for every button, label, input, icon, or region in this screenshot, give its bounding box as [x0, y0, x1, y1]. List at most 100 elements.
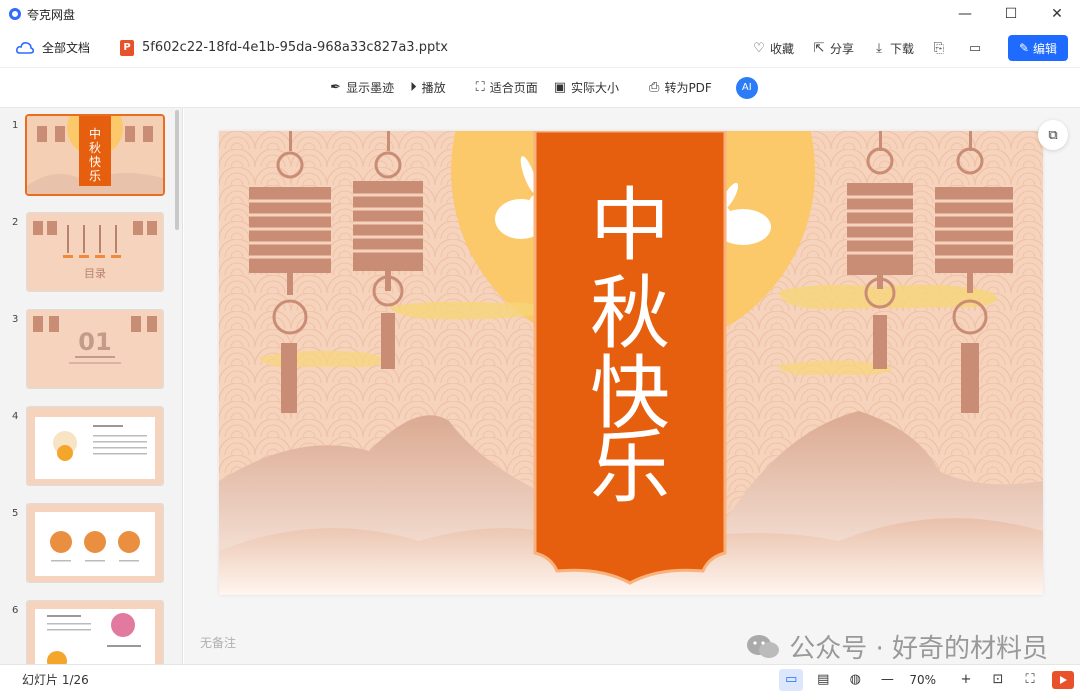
download-label: 下载 — [889, 41, 914, 56]
normal-view-button[interactable]: ▭ — [779, 668, 804, 691]
minus-icon: — — [880, 672, 894, 687]
fit-window-button[interactable]: ⊡ — [986, 669, 1010, 691]
play-icon — [1060, 675, 1067, 684]
title-bar: 夸克网盘 — ☐ ✕ — [0, 0, 1080, 28]
watermark-text: 公众号 · 好奇的材料员 — [789, 634, 1048, 664]
wechat-icon — [747, 634, 780, 658]
thumbnail-item[interactable]: 2 目录 — [0, 207, 175, 297]
maximize-button[interactable]: ☐ — [988, 0, 1034, 28]
actual-size-label: 实际大小 — [571, 81, 620, 95]
thumbnail-item[interactable]: 5 — [0, 498, 175, 588]
file-name: 5f602c22-18fd-4e1b-95da-968a33c827a3.ppt… — [142, 40, 448, 55]
comment-icon: ▭ — [968, 40, 982, 56]
slide-thumbnail[interactable]: 01 — [27, 310, 163, 388]
minimize-button[interactable]: — — [942, 0, 988, 28]
slide-notes[interactable]: 无备注 — [200, 634, 236, 651]
thumbnail-number: 2 — [12, 217, 19, 228]
status-controls: ▭ ▤ ◍ — 70% + ⊡ ⛶ — [771, 665, 1074, 693]
thumbnail-number: 3 — [12, 314, 19, 325]
pencil-icon: ✎ — [1018, 41, 1030, 55]
plus-icon: + — [960, 672, 972, 687]
slide-1-preview: 中 秋 快 乐 — [27, 116, 163, 194]
slide-3-title: 01 — [78, 328, 111, 356]
favorite-button[interactable]: ♡ 收藏 — [752, 40, 794, 57]
share-icon: ⇱ — [813, 40, 825, 56]
document-bar: 全部文档 P 5f602c22-18fd-4e1b-95da-968a33c82… — [0, 28, 1080, 68]
edit-button[interactable]: ✎ 编辑 — [1008, 35, 1068, 61]
watermark: 公众号 · 好奇的材料员 — [745, 628, 1048, 665]
slideshow-button[interactable] — [1052, 670, 1074, 689]
svg-text:中: 中 — [89, 126, 101, 141]
download-button[interactable]: ⤓ 下载 — [872, 40, 914, 57]
svg-text:秋: 秋 — [89, 141, 101, 155]
slide-thumbnail-panel[interactable]: 1 中 秋 快 乐 2 目录 3 01 4 5 6 — [0, 108, 183, 664]
notes-icon: ▤ — [817, 672, 830, 687]
document-actions: ♡ 收藏 ⇱ 分享 ⤓ 下载 ⎘ ▭ ✎ 编辑 — [734, 34, 1068, 62]
slide-2-title: 目录 — [84, 267, 106, 280]
fullscreen-icon: ⛶ — [1025, 672, 1035, 687]
thumbnail-item[interactable]: 3 01 — [0, 304, 175, 394]
actual-size-button[interactable]: ▣ 实际大小 — [554, 79, 619, 96]
slide-thumbnail[interactable] — [27, 601, 163, 664]
fit-page-label: 适合页面 — [489, 81, 538, 95]
layout-icon: ⧉ — [1048, 127, 1058, 143]
language-button[interactable]: ◍ — [843, 669, 867, 691]
fit-page-icon: ⛶ — [475, 80, 485, 95]
slide-thumbnail[interactable]: 目录 — [27, 213, 163, 291]
cloud-icon — [16, 41, 34, 54]
play-button[interactable]: ⏵ 播放 — [410, 79, 446, 96]
pdf-icon: ⎙ — [649, 80, 660, 95]
normal-view-icon: ▭ — [785, 672, 798, 687]
slide-thumbnail[interactable] — [27, 504, 163, 582]
export-button[interactable]: ⎘ — [932, 41, 950, 56]
slide-2-preview: 目录 — [27, 213, 163, 291]
slide-canvas: 中 秋 快 乐 — [219, 131, 1043, 595]
show-ink-label: 显示墨迹 — [346, 81, 395, 95]
fit-page-button[interactable]: ⛶ 适合页面 — [476, 79, 538, 96]
title-char-1: 中 — [590, 179, 670, 272]
svg-text:乐: 乐 — [89, 169, 101, 183]
slide-thumbnail[interactable]: 中 秋 快 乐 — [27, 116, 163, 194]
thumbnail-number: 1 — [12, 120, 19, 131]
title-char-4: 乐 — [590, 421, 670, 514]
globe-icon: ◍ — [849, 672, 861, 687]
download-icon: ⤓ — [876, 40, 882, 56]
thumbnail-item[interactable]: 4 — [0, 401, 175, 491]
show-ink-button[interactable]: ✒ 显示墨迹 — [330, 79, 394, 96]
convert-pdf-label: 转为PDF — [664, 81, 712, 95]
zoom-level[interactable]: 70% — [909, 673, 936, 687]
feather-icon: ✒ — [330, 80, 342, 95]
all-documents-link[interactable]: 全部文档 — [42, 39, 90, 56]
thumbnail-scrollbar[interactable] — [175, 110, 179, 230]
favorite-label: 收藏 — [769, 41, 794, 56]
notes-view-button[interactable]: ▤ — [811, 669, 835, 691]
app-logo-icon — [9, 8, 21, 20]
thumbnail-number: 6 — [12, 605, 19, 616]
slide-4-preview — [27, 407, 163, 485]
current-slide[interactable]: 中 秋 快 乐 — [219, 131, 1043, 595]
actual-size-icon: ▣ — [553, 80, 567, 95]
share-button[interactable]: ⇱ 分享 — [812, 40, 854, 57]
thumbnail-item[interactable]: 1 中 秋 快 乐 — [0, 110, 175, 200]
slide-thumbnail[interactable] — [27, 407, 163, 485]
play-circle-icon: ⏵ — [410, 80, 417, 95]
svg-text:快: 快 — [89, 155, 101, 169]
window-controls: — ☐ ✕ — [942, 0, 1080, 28]
edit-label: 编辑 — [1033, 41, 1058, 56]
slide-stage: 中 秋 快 乐 ⧉ 无备注 公众号 · 好奇的材料员 — [184, 108, 1080, 664]
comment-button[interactable]: ▭ — [968, 40, 986, 56]
zoom-out-button[interactable]: — — [875, 669, 899, 691]
slide-counter: 幻灯片 1/26 — [22, 672, 89, 687]
slide-5-preview — [27, 504, 163, 582]
close-button[interactable]: ✕ — [1034, 0, 1080, 28]
zoom-in-button[interactable]: + — [954, 669, 978, 691]
pptx-file-icon: P — [120, 39, 135, 56]
thumbnail-item[interactable]: 6 — [0, 595, 175, 664]
view-mode-float-button[interactable]: ⧉ — [1038, 120, 1068, 150]
thumbnail-number: 5 — [12, 508, 19, 519]
play-label: 播放 — [421, 81, 446, 95]
app-title: 夸克网盘 — [27, 7, 76, 22]
ai-assistant-button[interactable]: AI — [735, 76, 758, 99]
fullscreen-button[interactable]: ⛶ — [1018, 669, 1042, 691]
convert-pdf-button[interactable]: ⎙ 转为PDF — [649, 79, 712, 96]
